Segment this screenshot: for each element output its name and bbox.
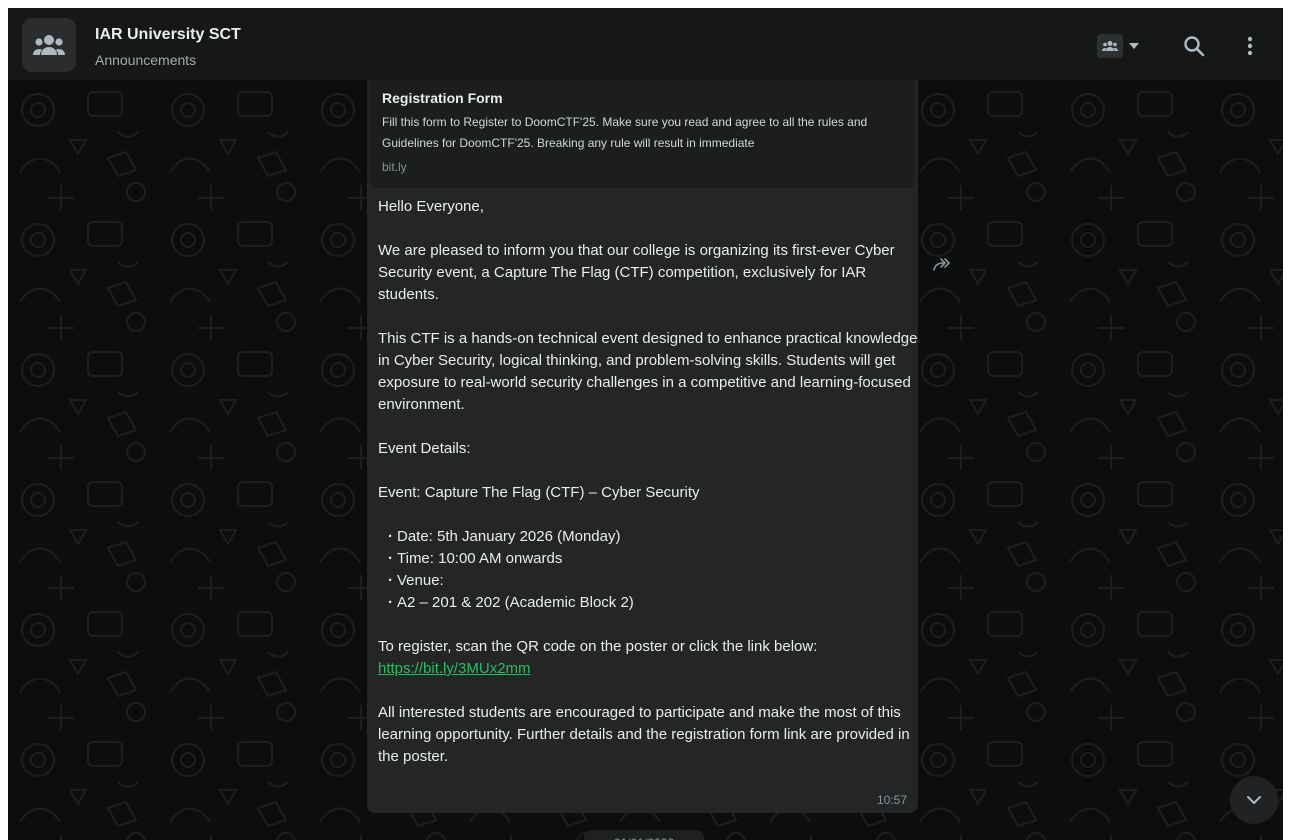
message-event-line: Event: Capture The Flag (CTF) – Cyber Se… [378,484,700,501]
whatsapp-window: IAR University SCT Announcements Registr… [8,8,1283,840]
message-bullet-venue: Venue: [378,570,918,592]
message-bullet-time: Time: 10:00 AM onwards [378,548,918,570]
message-bubble[interactable]: Registration Form Fill this form to Regi… [367,80,918,813]
message-text: Hello Everyone, We are pleased to inform… [378,196,918,768]
message-paragraph: We are pleased to inform you that our co… [378,242,895,303]
more-vertical-icon [1247,36,1253,56]
message-timestamp: 10:57 [876,793,907,807]
chevron-down-icon [1247,796,1261,804]
message-bullet-date: Date: 5th January 2026 (Monday) [378,526,918,548]
scroll-to-bottom-button[interactable] [1230,776,1278,824]
message-greeting: Hello Everyone, [378,198,484,215]
link-preview-domain: bit.ly [382,160,407,174]
menu-button[interactable] [1240,32,1260,60]
forward-icon [933,258,950,271]
message-register-text: To register, scan the QR code on the pos… [378,638,818,655]
message-closing: All interested students are encouraged t… [378,704,910,765]
chat-subtitle: Announcements [95,52,197,68]
message-bullet-room: A2 – 201 & 202 (Academic Block 2) [378,592,918,614]
link-preview-card[interactable]: Registration Form Fill this form to Regi… [370,80,915,188]
forward-button[interactable] [932,256,952,276]
community-group-icon [33,35,65,55]
community-dropdown-button[interactable] [1127,38,1141,54]
chat-title[interactable]: IAR University SCT [95,26,241,44]
message-paragraph: This CTF is a hands-on technical event d… [378,330,918,413]
chat-area[interactable]: Registration Form Fill this form to Regi… [8,80,1283,840]
message-details-heading: Event Details: [378,440,471,457]
search-icon [1184,36,1205,57]
group-avatar[interactable] [22,18,76,72]
date-separator: 01/01/2026 [584,830,704,840]
community-icon [1102,41,1118,51]
chevron-down-icon [1129,43,1139,49]
link-preview-description: Fill this form to Register to DoomCTF'25… [382,115,868,150]
search-button[interactable] [1180,32,1208,60]
chat-header[interactable]: IAR University SCT Announcements [8,8,1283,80]
community-button[interactable] [1097,34,1123,58]
link-preview-title: Registration Form [382,90,503,106]
registration-link[interactable]: https://bit.ly/3MUx2mm [378,660,531,677]
